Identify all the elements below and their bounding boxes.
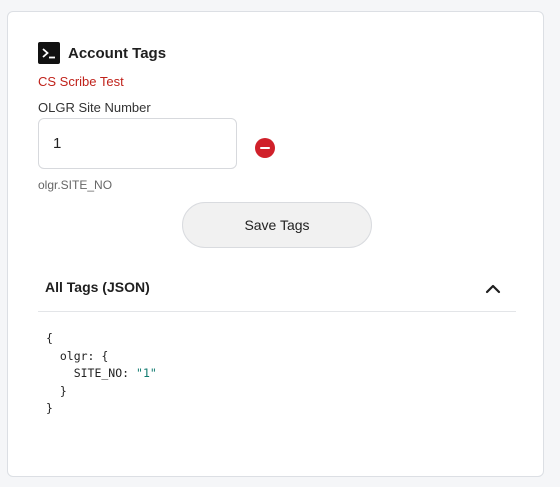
json-line-key: SITE_NO: xyxy=(46,366,137,380)
panel-header: Account Tags xyxy=(38,42,166,64)
json-line: { xyxy=(46,331,53,345)
site-number-label: OLGR Site Number xyxy=(38,100,151,115)
tags-json-code: { olgr: { SITE_NO: "1" } } xyxy=(46,330,157,418)
account-subtitle: CS Scribe Test xyxy=(38,74,124,89)
json-line: } xyxy=(46,401,53,415)
minus-circle-icon xyxy=(260,146,270,150)
tag-key-hint: olgr.SITE_NO xyxy=(38,178,113,192)
chevron-up-icon[interactable] xyxy=(484,280,502,298)
all-tags-json-toggle[interactable]: All Tags (JSON) xyxy=(38,267,516,312)
terminal-icon xyxy=(38,42,60,64)
all-tags-json-title: All Tags (JSON) xyxy=(45,279,150,295)
json-line: olgr: { xyxy=(46,348,109,363)
json-line-value: "1" xyxy=(136,366,157,380)
json-line: } xyxy=(46,383,67,398)
site-number-input[interactable] xyxy=(38,118,237,169)
remove-tag-button[interactable] xyxy=(255,138,275,158)
panel-title: Account Tags xyxy=(68,44,167,62)
account-tags-card: Account Tags CS Scribe Test OLGR Site Nu… xyxy=(7,11,544,477)
save-tags-button[interactable]: Save Tags xyxy=(182,202,372,248)
